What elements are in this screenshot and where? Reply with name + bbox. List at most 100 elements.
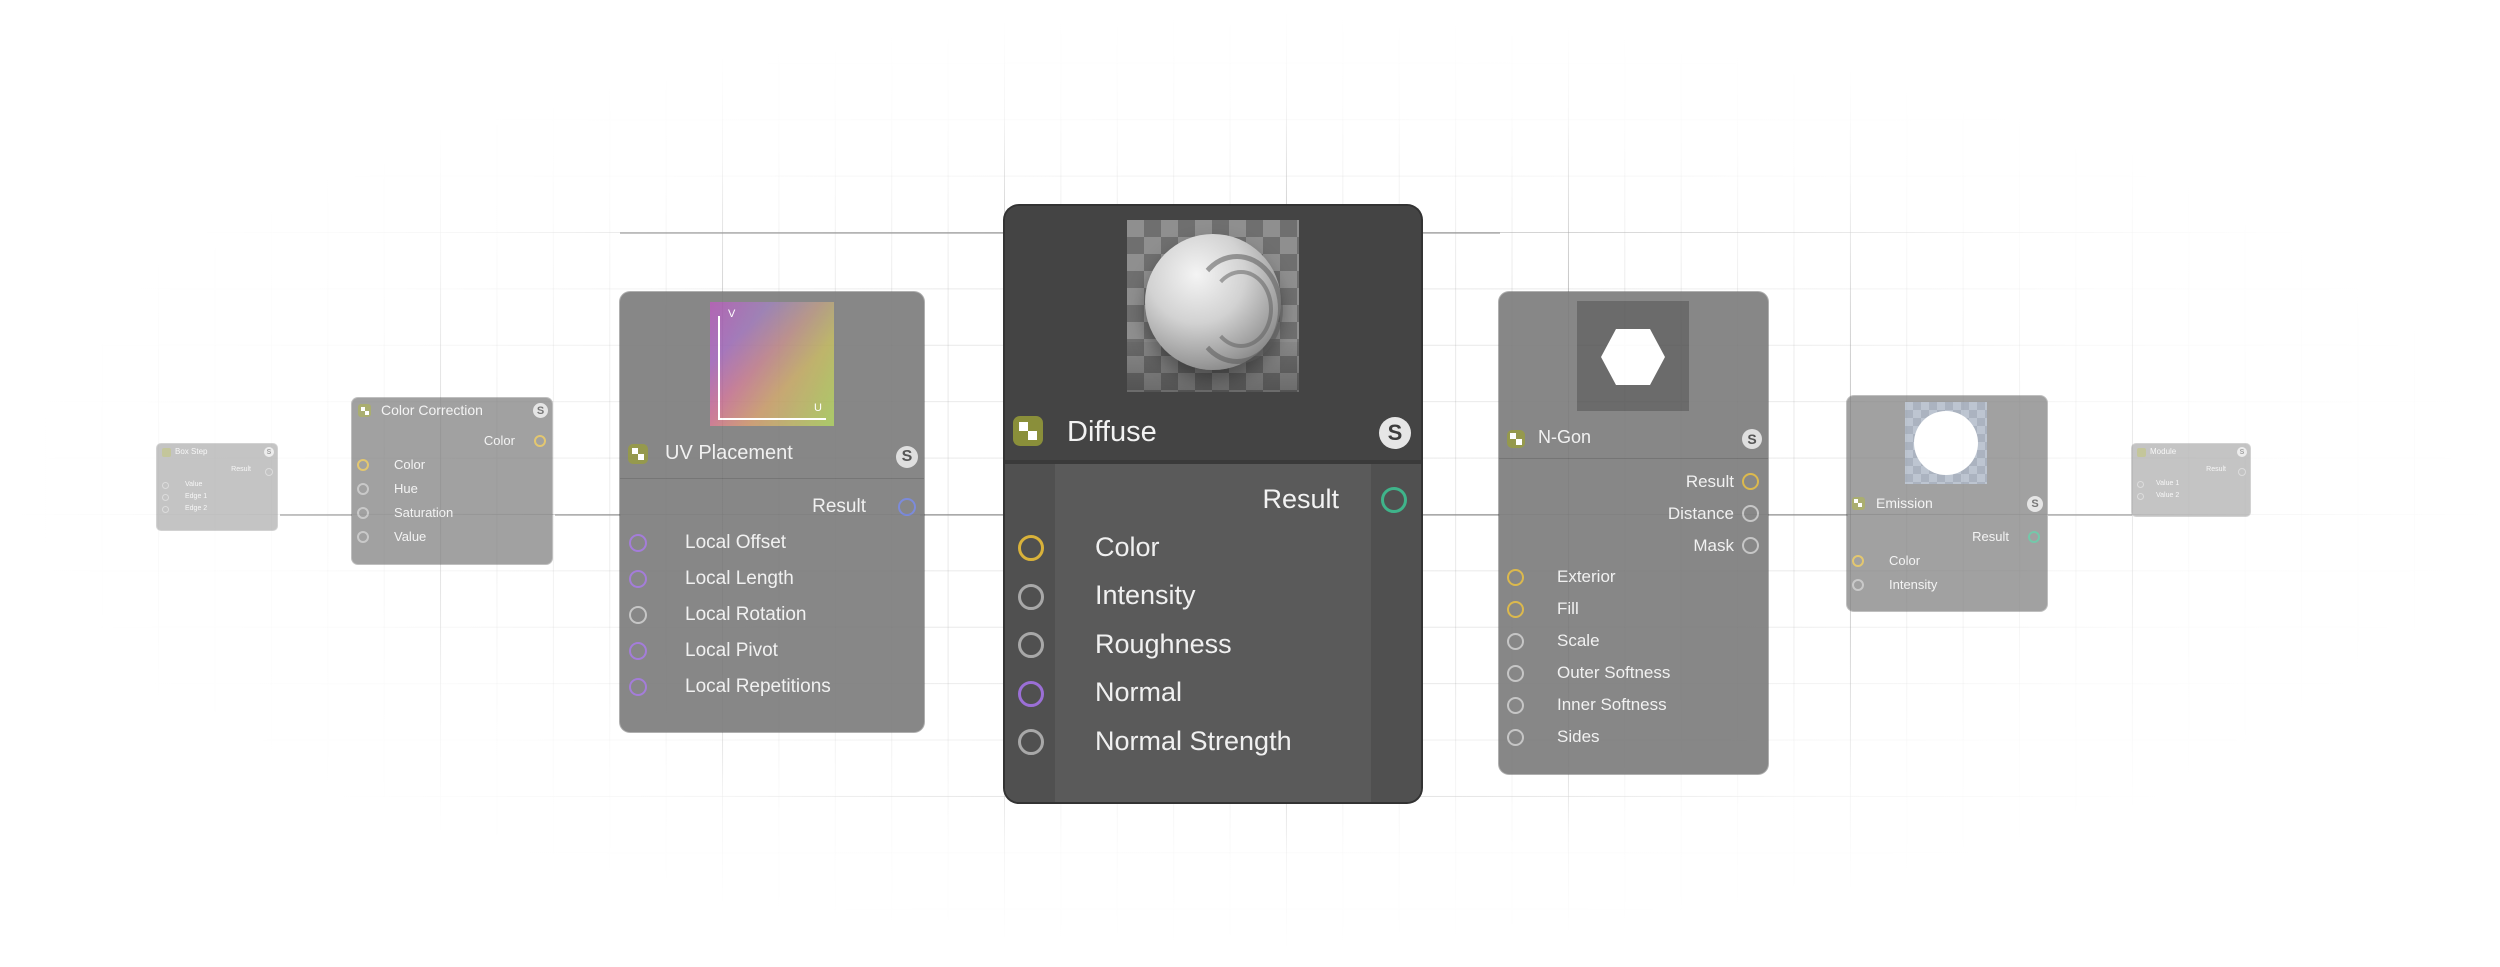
node-type-icon bbox=[1507, 430, 1525, 448]
output-port[interactable] bbox=[1742, 505, 1759, 522]
connection-wire[interactable] bbox=[620, 232, 1006, 234]
input-port[interactable] bbox=[629, 678, 647, 696]
node-type-icon bbox=[628, 444, 648, 464]
v-axis-line bbox=[718, 316, 720, 420]
n-gon-node[interactable]: N-Gon S Result Distance Mask Exterior Fi… bbox=[1499, 292, 1768, 774]
input-label: Local Repetitions bbox=[685, 676, 831, 697]
input-port[interactable] bbox=[629, 642, 647, 660]
node-title: Module bbox=[2150, 447, 2177, 456]
input-port[interactable] bbox=[1852, 555, 1864, 567]
preview-sphere bbox=[1145, 234, 1283, 370]
connection-wire[interactable] bbox=[920, 514, 1006, 516]
input-label: Value 1 bbox=[2156, 480, 2180, 487]
sphere-ring bbox=[1209, 270, 1273, 348]
input-port[interactable] bbox=[1018, 584, 1044, 610]
diffuse-node[interactable]: Diffuse S Result Color Intensity Roughne… bbox=[1005, 206, 1421, 802]
input-port[interactable] bbox=[357, 507, 369, 519]
output-label: Color bbox=[483, 433, 515, 448]
emission-preview bbox=[1905, 402, 1987, 484]
input-port[interactable] bbox=[629, 534, 647, 552]
node-type-icon bbox=[1013, 416, 1043, 446]
input-port[interactable] bbox=[1018, 535, 1044, 561]
shader-badge[interactable]: S bbox=[533, 403, 548, 418]
node-type-icon bbox=[358, 404, 371, 417]
input-port[interactable] bbox=[357, 483, 369, 495]
output-port[interactable] bbox=[534, 435, 546, 447]
node-type-icon bbox=[1852, 497, 1865, 510]
uv-placement-node[interactable]: V U UV Placement S Result Local Offset L… bbox=[620, 292, 924, 732]
input-label: Sides bbox=[1557, 727, 1600, 746]
output-port[interactable] bbox=[2238, 468, 2246, 476]
connection-wire[interactable] bbox=[1768, 514, 1848, 516]
input-port[interactable] bbox=[1018, 632, 1044, 658]
emission-node[interactable]: Emission S Result Color Intensity bbox=[1847, 396, 2047, 611]
node-title: Color Correction bbox=[381, 402, 483, 418]
input-port[interactable] bbox=[1018, 729, 1044, 755]
input-port[interactable] bbox=[1507, 569, 1524, 586]
node-type-icon bbox=[162, 448, 171, 457]
input-label: Normal Strength bbox=[1095, 726, 1292, 756]
input-label: Outer Softness bbox=[1557, 663, 1671, 682]
color-correction-node[interactable]: Color Correction S Color Color Hue Satur… bbox=[352, 398, 552, 564]
input-label: Roughness bbox=[1095, 629, 1232, 659]
input-port[interactable] bbox=[1507, 665, 1524, 682]
box-step-node[interactable]: Box Step S Result Value Edge 1 Edge 2 bbox=[157, 444, 277, 530]
input-port[interactable] bbox=[629, 570, 647, 588]
connection-wire[interactable] bbox=[2048, 514, 2132, 516]
node-title: Box Step bbox=[175, 447, 208, 456]
input-label: Color bbox=[1889, 553, 1921, 568]
node-title: UV Placement bbox=[665, 442, 793, 464]
connection-wire[interactable] bbox=[1420, 514, 1500, 516]
output-label: Result bbox=[2206, 466, 2226, 473]
input-port[interactable] bbox=[357, 531, 369, 543]
input-port[interactable] bbox=[629, 606, 647, 624]
connection-wire[interactable] bbox=[280, 514, 352, 516]
uv-preview: V U bbox=[710, 302, 834, 426]
input-label: Edge 1 bbox=[185, 493, 208, 500]
emission-sphere bbox=[1914, 411, 1978, 475]
input-port[interactable] bbox=[1507, 697, 1524, 714]
output-port[interactable] bbox=[2028, 531, 2040, 543]
output-port[interactable] bbox=[1742, 473, 1759, 490]
shader-badge[interactable]: S bbox=[2027, 496, 2043, 512]
output-port[interactable] bbox=[265, 468, 273, 476]
connection-wire[interactable] bbox=[1420, 232, 1500, 234]
node-graph-canvas[interactable]: Box Step S Result Value Edge 1 Edge 2 Co… bbox=[0, 0, 2500, 967]
input-label: Value bbox=[394, 529, 427, 544]
input-port[interactable] bbox=[1507, 729, 1524, 746]
module-node[interactable]: Module S Result Value 1 Value 2 bbox=[2132, 444, 2250, 516]
shader-badge[interactable]: S bbox=[896, 446, 918, 468]
title-divider bbox=[620, 478, 924, 479]
hexagon-icon bbox=[1601, 329, 1665, 385]
input-label: Intensity bbox=[1889, 577, 1938, 592]
shader-badge[interactable]: S bbox=[1379, 417, 1411, 449]
input-port[interactable] bbox=[1507, 633, 1524, 650]
shader-badge[interactable]: S bbox=[1742, 429, 1762, 449]
node-title: Diffuse bbox=[1067, 416, 1157, 448]
input-port[interactable] bbox=[357, 459, 369, 471]
input-port[interactable] bbox=[162, 506, 169, 513]
input-port[interactable] bbox=[2137, 481, 2144, 488]
node-title: N-Gon bbox=[1538, 427, 1592, 447]
u-axis-label: U bbox=[814, 402, 822, 414]
n-gon-preview bbox=[1577, 301, 1689, 411]
connection-wire[interactable] bbox=[555, 514, 621, 516]
input-label: Color bbox=[394, 457, 426, 472]
input-port[interactable] bbox=[1852, 579, 1864, 591]
input-port[interactable] bbox=[1018, 681, 1044, 707]
input-port[interactable] bbox=[162, 482, 169, 489]
input-label: Scale bbox=[1557, 631, 1600, 650]
output-label: Result bbox=[231, 466, 251, 473]
input-label: Exterior bbox=[1557, 567, 1616, 586]
output-port[interactable] bbox=[1742, 537, 1759, 554]
input-port[interactable] bbox=[162, 494, 169, 501]
shader-badge[interactable]: S bbox=[264, 447, 274, 457]
output-label: Result bbox=[1262, 484, 1339, 514]
input-port[interactable] bbox=[2137, 493, 2144, 500]
shader-badge[interactable]: S bbox=[2237, 447, 2247, 457]
output-label: Result bbox=[812, 496, 866, 517]
output-port[interactable] bbox=[1381, 487, 1407, 513]
input-port[interactable] bbox=[1507, 601, 1524, 618]
output-port[interactable] bbox=[898, 498, 916, 516]
input-label: Hue bbox=[394, 481, 418, 496]
